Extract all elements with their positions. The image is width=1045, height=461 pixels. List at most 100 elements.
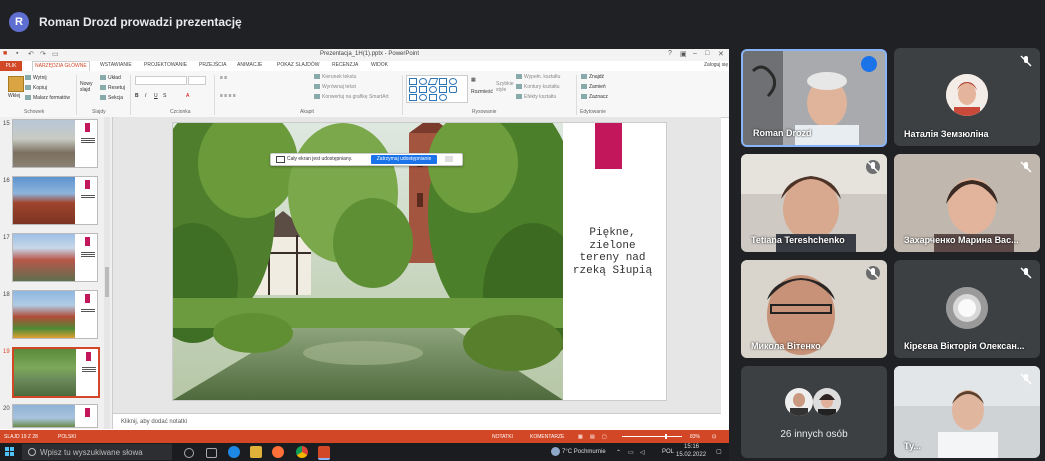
- tab-insert[interactable]: WSTAWIANIE: [100, 62, 132, 68]
- tab-view[interactable]: WIDOK: [371, 62, 388, 68]
- arrange-button[interactable]: Rozmieść: [471, 89, 493, 95]
- rectangle-shape-icon[interactable]: [439, 86, 447, 93]
- tab-design[interactable]: PROJEKTOWANIE: [144, 62, 187, 68]
- arrange-icon[interactable]: ▦: [471, 77, 476, 83]
- clock-date[interactable]: 15.02.2022: [676, 452, 706, 458]
- paste-button[interactable]: Wklej: [8, 93, 20, 99]
- oval-shape-icon[interactable]: [439, 94, 447, 101]
- bold-icon[interactable]: B: [135, 93, 139, 99]
- powerpoint-taskbar-icon[interactable]: [318, 446, 330, 460]
- font-size-select[interactable]: [188, 76, 206, 85]
- firefox-icon[interactable]: [272, 446, 284, 458]
- ribbon-display-icon[interactable]: ▣: [680, 50, 687, 58]
- participant-tile[interactable]: Кірєєва Вікторія Олексан...: [894, 260, 1040, 358]
- sign-in-link[interactable]: Zaloguj się: [704, 62, 728, 68]
- rectangle-shape-icon[interactable]: [409, 94, 417, 101]
- shape-effects-button[interactable]: Efekty kształtu: [516, 94, 556, 100]
- file-explorer-icon[interactable]: [250, 446, 262, 458]
- start-slideshow-icon[interactable]: ▭: [52, 50, 60, 58]
- zoom-slider[interactable]: [622, 436, 682, 437]
- chrome-icon[interactable]: [296, 446, 308, 458]
- find-button[interactable]: Znajdź: [581, 74, 604, 80]
- rectangle-shape-icon[interactable]: [409, 78, 417, 85]
- oval-shape-icon[interactable]: [419, 78, 427, 85]
- paste-icon[interactable]: [8, 76, 24, 92]
- thumbnails-scrollbar[interactable]: [104, 117, 110, 429]
- tab-review[interactable]: RECENZJA: [332, 62, 358, 68]
- participant-tile[interactable]: Наталія Земзюліна: [894, 48, 1040, 146]
- slide-thumbnail[interactable]: 17: [0, 233, 100, 283]
- network-icon[interactable]: ▭: [628, 449, 634, 456]
- participant-tile[interactable]: Ту...: [894, 366, 1040, 458]
- tab-animations[interactable]: ANIMACJE: [237, 62, 262, 68]
- oval-shape-icon[interactable]: [419, 94, 427, 101]
- fit-slide-icon[interactable]: ⊡: [712, 434, 716, 440]
- align-icon[interactable]: ≡ ≡ ≡ ≡: [220, 93, 236, 99]
- windows-start-icon[interactable]: [5, 447, 15, 457]
- shadow-icon[interactable]: S: [163, 93, 166, 99]
- slide-thumbnail[interactable]: 18: [0, 290, 100, 340]
- new-slide-button[interactable]: Nowy slajd: [80, 81, 96, 93]
- chevron-up-icon[interactable]: ⌃: [616, 449, 621, 456]
- participant-tile[interactable]: Захарченко Марина Вас...: [894, 154, 1040, 252]
- oval-shape-icon[interactable]: [429, 86, 437, 93]
- align-text-button[interactable]: Wyrównaj tekst: [314, 84, 356, 90]
- parallelogram-shape-icon[interactable]: [427, 78, 439, 85]
- rectangle-shape-icon[interactable]: [429, 94, 437, 101]
- comments-toggle[interactable]: KOMENTARZE: [530, 434, 564, 440]
- minimize-icon[interactable]: –: [693, 50, 697, 57]
- oval-shape-icon[interactable]: [449, 78, 457, 85]
- copy-button[interactable]: Kopiuj: [25, 85, 47, 91]
- close-icon[interactable]: ✕: [718, 50, 724, 58]
- reset-button[interactable]: Resetuj: [100, 85, 125, 91]
- rectangle-shape-icon[interactable]: [439, 78, 447, 85]
- slide-thumbnail-selected[interactable]: 19: [0, 347, 100, 398]
- cut-button[interactable]: Wytnij: [25, 75, 47, 81]
- zoom-slider-handle[interactable]: [665, 434, 667, 439]
- volume-icon[interactable]: ◁: [640, 449, 645, 456]
- participant-tile[interactable]: Микола Вітенко: [741, 260, 887, 358]
- quick-styles-button[interactable]: Szybkie style: [496, 81, 514, 93]
- notifications-icon[interactable]: ▢: [716, 448, 722, 455]
- replace-button[interactable]: Zamień: [581, 84, 606, 90]
- notes-toggle[interactable]: NOTATKI: [492, 434, 513, 440]
- participant-tile[interactable]: Tetiana Tereshchenko: [741, 154, 887, 252]
- others-tile[interactable]: 26 innych osób: [741, 366, 887, 458]
- convert-smartart-button[interactable]: Konwertuj na grafikę SmartArt: [314, 94, 389, 100]
- sorter-view-icon[interactable]: ▤: [590, 434, 595, 440]
- underline-icon[interactable]: U: [154, 93, 158, 99]
- select-button[interactable]: Zaznacz: [581, 94, 608, 100]
- font-name-select[interactable]: [135, 76, 187, 85]
- tab-slideshow[interactable]: POKAZ SLAJDÓW: [277, 62, 320, 68]
- italic-icon[interactable]: I: [145, 93, 146, 99]
- normal-view-icon[interactable]: ▦: [578, 434, 583, 440]
- shape-fill-button[interactable]: Wypełn. kształtu: [516, 74, 560, 80]
- shape-outline-button[interactable]: Kontury kształtu: [516, 84, 560, 90]
- language-indicator[interactable]: POLSKI: [58, 434, 76, 440]
- zoom-level[interactable]: 83%: [690, 434, 700, 440]
- edge-icon[interactable]: [228, 446, 240, 458]
- participant-tile[interactable]: Roman Drozd: [741, 49, 887, 147]
- bullets-icon[interactable]: ≡ ≡: [220, 75, 227, 81]
- help-icon[interactable]: ?: [668, 50, 672, 57]
- scrollbar-thumb[interactable]: [105, 267, 109, 297]
- text-direction-button[interactable]: Kierunek tekstu: [314, 74, 356, 80]
- rounded-rectangle-shape-icon[interactable]: [409, 86, 417, 93]
- reading-view-icon[interactable]: ▢: [602, 434, 607, 440]
- weather-text[interactable]: 7°C Pochmurnie: [562, 449, 606, 455]
- cortana-icon[interactable]: [184, 448, 194, 458]
- hide-bar-icon[interactable]: [445, 156, 453, 162]
- stop-sharing-button[interactable]: Zatrzymaj udostępnianie: [371, 155, 437, 164]
- tab-transitions[interactable]: PRZEJŚCIA: [199, 62, 227, 68]
- rectangle-shape-icon[interactable]: [419, 86, 427, 93]
- notes-pane[interactable]: Kliknij, aby dodać notatki: [113, 413, 721, 430]
- save-icon[interactable]: ▪: [16, 50, 24, 58]
- font-color-icon[interactable]: A: [186, 93, 189, 99]
- slide-text-box[interactable]: Piękne, zielone tereny nad rzeką Słupią: [566, 227, 659, 277]
- slide-thumbnail[interactable]: 16: [0, 176, 100, 226]
- task-view-icon[interactable]: [206, 448, 217, 458]
- layout-button[interactable]: Układ: [100, 75, 121, 81]
- input-language[interactable]: POL: [662, 449, 674, 455]
- taskbar-search-box[interactable]: Wpisz tu wyszukiwane słowa: [22, 444, 172, 460]
- tab-file[interactable]: PLIK: [0, 61, 22, 71]
